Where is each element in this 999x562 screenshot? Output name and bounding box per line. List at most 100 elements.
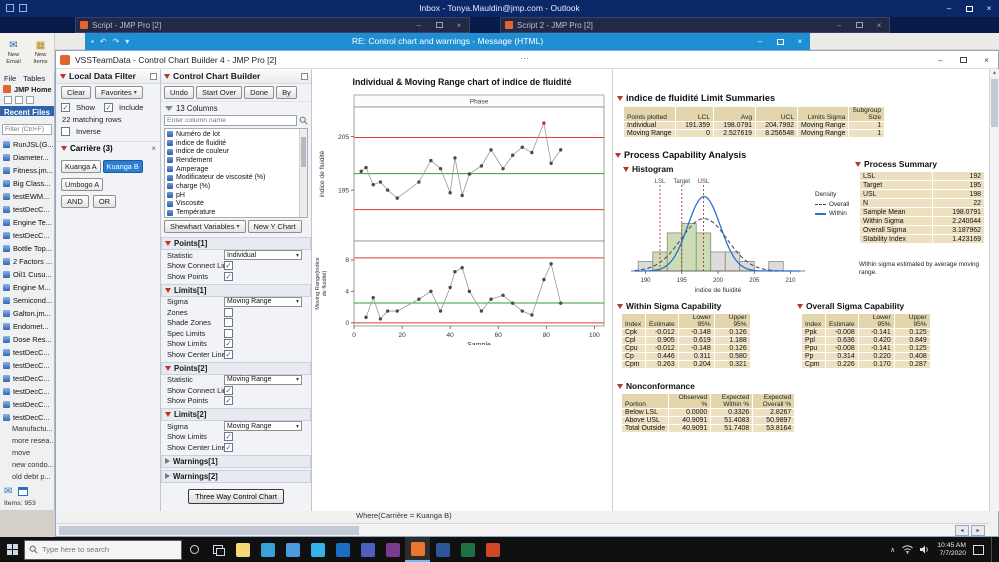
close-button[interactable]: × bbox=[790, 33, 810, 50]
new-y-chart-button[interactable]: New Y Chart bbox=[247, 220, 302, 233]
chart-type-button[interactable]: Shewhart Variables ▾ bbox=[164, 220, 246, 233]
toolbar-icon[interactable] bbox=[15, 95, 23, 104]
recent-file-item[interactable]: testDecC... bbox=[0, 229, 54, 242]
red-triangle-icon[interactable] bbox=[61, 146, 67, 151]
column-item[interactable]: Rendement bbox=[167, 156, 298, 165]
column-item[interactable]: Amperage bbox=[167, 165, 298, 174]
taskbar-edge[interactable] bbox=[255, 537, 280, 562]
recent-file-item[interactable]: RunJSL(G... bbox=[0, 138, 54, 151]
red-triangle-icon[interactable] bbox=[797, 303, 803, 309]
builder-header[interactable]: Control Chart Builder bbox=[161, 69, 311, 84]
red-triangle-icon[interactable] bbox=[164, 73, 170, 79]
recent-file-item[interactable]: Oil1 Cusu... bbox=[0, 268, 54, 281]
horizontal-scrollbar[interactable]: ◂ ▸ bbox=[57, 523, 989, 536]
taskbar-chrome[interactable] bbox=[280, 537, 305, 562]
recent-file-item[interactable]: 2 Factors ... bbox=[0, 255, 54, 268]
column-item[interactable]: Viscosité bbox=[167, 200, 298, 209]
panel-window-icon[interactable] bbox=[150, 72, 157, 80]
section-header-points2[interactable]: Points[2] bbox=[161, 361, 311, 375]
taskbar-internet-explorer[interactable] bbox=[305, 537, 330, 562]
undo-button[interactable]: Undo bbox=[164, 86, 194, 99]
section-header-limits2[interactable]: Limits[2] bbox=[161, 408, 311, 421]
collapsed-triangle-icon[interactable] bbox=[165, 473, 170, 479]
show-checkbox[interactable]: ✓ bbox=[61, 103, 70, 112]
column-item[interactable]: indice de couleur bbox=[167, 147, 298, 156]
red-triangle-icon[interactable] bbox=[165, 287, 171, 293]
red-triangle-icon[interactable] bbox=[165, 365, 171, 371]
show-center-line-checkbox[interactable]: ✓ bbox=[224, 442, 233, 452]
filter-value-umbogo-a[interactable]: Umbogo A bbox=[61, 178, 104, 191]
taskbar-word[interactable] bbox=[430, 537, 455, 562]
minimize-button[interactable]: – bbox=[829, 21, 849, 30]
capability-header[interactable]: Process Capability Analysis bbox=[615, 150, 746, 160]
section-header-warnings1[interactable]: Warnings[1] bbox=[161, 454, 311, 468]
jmp-titlebar[interactable]: VSSTeamData - Control Chart Builder 4 - … bbox=[56, 51, 998, 69]
recent-file-item[interactable]: Big Class... bbox=[0, 177, 54, 190]
task-view-icon[interactable] bbox=[206, 537, 230, 562]
section-header-warnings2[interactable]: Warnings[2] bbox=[161, 469, 311, 483]
imr-chart-svg[interactable]: Phase195205048020406080100Sampleindice d… bbox=[314, 91, 610, 345]
show-desktop-button[interactable] bbox=[991, 537, 995, 562]
taskbar-powerpoint[interactable] bbox=[480, 537, 505, 562]
recent-file-item[interactable]: Engine M... bbox=[0, 281, 54, 294]
show-connect-line-checkbox[interactable]: ✓ bbox=[224, 261, 233, 271]
clear-button[interactable]: Clear bbox=[61, 86, 91, 99]
tray-expand-icon[interactable]: ∧ bbox=[890, 546, 895, 554]
recent-file-item[interactable]: Engine Te... bbox=[0, 216, 54, 229]
filter-group-header[interactable]: Carrière (3) × bbox=[57, 141, 160, 155]
new-email-button[interactable]: ✉ New Email bbox=[0, 33, 27, 72]
scrollbar-thumb[interactable] bbox=[59, 525, 359, 535]
minimize-button[interactable]: – bbox=[750, 33, 770, 50]
sigma-dropdown[interactable]: Moving Range ▾ bbox=[224, 296, 302, 307]
taskbar-clock[interactable]: 10:45 AM 7/7/2020 bbox=[937, 542, 966, 558]
taskbar-outlook[interactable] bbox=[330, 537, 355, 562]
maximize-button[interactable] bbox=[849, 22, 869, 28]
taskbar-onenote[interactable] bbox=[380, 537, 405, 562]
within-capability-header[interactable]: Within Sigma Capability bbox=[617, 301, 721, 311]
favorites-button[interactable]: Favorites ▾ bbox=[94, 86, 143, 99]
taskbar-file-explorer[interactable] bbox=[230, 537, 255, 562]
script2-titlebar[interactable]: Script 2 - JMP Pro [2] – × bbox=[500, 17, 890, 33]
zones-checkbox[interactable] bbox=[224, 307, 233, 317]
three-way-control-chart-button[interactable]: Three Way Control Chart bbox=[188, 488, 284, 504]
done-button[interactable]: Done bbox=[244, 86, 275, 99]
column-item[interactable]: pH bbox=[167, 191, 298, 200]
show-center-line-checkbox[interactable]: ✓ bbox=[224, 349, 233, 359]
wifi-icon[interactable] bbox=[902, 545, 914, 554]
folder-item[interactable]: move bbox=[0, 448, 54, 460]
recent-file-item[interactable]: testDecC... bbox=[0, 346, 54, 359]
recent-file-item[interactable]: testDecC... bbox=[0, 372, 54, 385]
start-button[interactable] bbox=[0, 537, 24, 562]
overall-capability-header[interactable]: Overall Sigma Capability bbox=[797, 301, 904, 311]
process-summary-header[interactable]: Process Summary bbox=[855, 159, 937, 169]
taskbar-search[interactable] bbox=[24, 539, 182, 560]
recent-file-item[interactable]: Fitness.jm... bbox=[0, 164, 54, 177]
folder-item[interactable]: more resea... bbox=[0, 436, 54, 448]
collapsed-triangle-icon[interactable] bbox=[165, 458, 170, 464]
menu-tables[interactable]: Tables bbox=[23, 74, 45, 83]
speaker-icon[interactable] bbox=[920, 545, 930, 554]
section-header-points1[interactable]: Points[1] bbox=[161, 237, 311, 250]
new-items-button[interactable]: ▦ New Items bbox=[27, 33, 54, 72]
maximize-button[interactable] bbox=[429, 22, 449, 28]
red-triangle-icon[interactable] bbox=[617, 95, 623, 101]
recent-file-item[interactable]: testDecC... bbox=[0, 398, 54, 411]
scroll-left-button[interactable]: ◂ bbox=[955, 524, 969, 536]
columns-scrollbar[interactable] bbox=[299, 129, 307, 217]
show-connect-line-checkbox[interactable]: ✓ bbox=[224, 385, 233, 395]
toolbar-icon[interactable] bbox=[26, 95, 34, 104]
toolbar-icon[interactable] bbox=[4, 95, 12, 104]
show-limits-checkbox[interactable]: ✓ bbox=[224, 339, 233, 349]
statistic-dropdown[interactable]: Individual ▾ bbox=[224, 250, 302, 261]
or-button[interactable]: OR bbox=[92, 195, 117, 208]
recent-file-item[interactable]: Semicond... bbox=[0, 294, 54, 307]
statistic-dropdown[interactable]: Moving Range ▾ bbox=[224, 374, 302, 385]
column-item[interactable]: Température bbox=[167, 208, 298, 217]
column-item[interactable]: Modificateur de viscosité (%) bbox=[167, 173, 298, 182]
taskbar-teams[interactable] bbox=[355, 537, 380, 562]
histogram-svg[interactable]: 190 195 200 205 210 indice de fluidité LSL Targ… bbox=[625, 175, 813, 299]
recent-file-item[interactable]: Bottle Top... bbox=[0, 242, 54, 255]
recent-file-item[interactable]: testDecC... bbox=[0, 411, 54, 424]
recent-file-item[interactable]: Endomet... bbox=[0, 320, 54, 333]
filter-value-kuanga-b[interactable]: Kuanga B bbox=[102, 160, 143, 173]
